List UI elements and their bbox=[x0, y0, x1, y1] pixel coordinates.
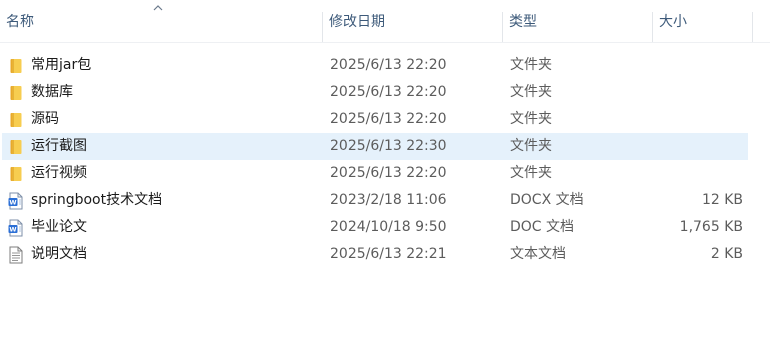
folder-icon bbox=[7, 106, 25, 133]
file-size: 2 KB bbox=[710, 246, 743, 262]
file-row[interactable]: 运行视频 2025/6/13 22:20 文件夹 bbox=[0, 160, 770, 187]
file-modified-date: 2023/2/18 11:06 bbox=[330, 192, 447, 208]
file-name[interactable]: springboot技术文档 bbox=[31, 187, 162, 214]
file-type: DOC 文档 bbox=[510, 219, 575, 235]
file-row[interactable]: 运行截图 2025/6/13 22:30 文件夹 bbox=[0, 133, 770, 160]
folder-icon bbox=[7, 133, 25, 160]
file-type: 文本文档 bbox=[510, 246, 566, 262]
file-row[interactable]: 说明文档 2025/6/13 22:21 文本文档 2 KB bbox=[0, 241, 770, 268]
file-type: 文件夹 bbox=[510, 84, 552, 100]
word-doc-icon: W bbox=[7, 214, 25, 241]
file-name[interactable]: 运行截图 bbox=[31, 133, 87, 160]
file-modified-date: 2025/6/13 22:20 bbox=[330, 111, 447, 127]
file-name[interactable]: 说明文档 bbox=[31, 241, 87, 268]
file-modified-date: 2024/10/18 9:50 bbox=[330, 219, 447, 235]
svg-text:W: W bbox=[9, 198, 16, 206]
column-header-type-label: 类型 bbox=[509, 14, 537, 30]
column-header-size[interactable]: 大小 bbox=[652, 0, 752, 42]
file-name[interactable]: 毕业论文 bbox=[31, 214, 87, 241]
file-modified-date: 2025/6/13 22:20 bbox=[330, 57, 447, 73]
file-type: 文件夹 bbox=[510, 165, 552, 181]
file-size: 1,765 KB bbox=[679, 219, 743, 235]
file-row[interactable]: 常用jar包 2025/6/13 22:20 文件夹 bbox=[0, 52, 770, 79]
file-name[interactable]: 源码 bbox=[31, 106, 59, 133]
file-row[interactable]: 源码 2025/6/13 22:20 文件夹 bbox=[0, 106, 770, 133]
file-modified-date: 2025/6/13 22:20 bbox=[330, 165, 447, 181]
column-header-name-label: 名称 bbox=[6, 14, 34, 30]
file-type: 文件夹 bbox=[510, 138, 552, 154]
svg-text:W: W bbox=[9, 225, 16, 233]
file-type: 文件夹 bbox=[510, 111, 552, 127]
folder-icon bbox=[7, 79, 25, 106]
column-header-type[interactable]: 类型 bbox=[502, 0, 652, 42]
file-name[interactable]: 常用jar包 bbox=[31, 52, 91, 79]
file-type: 文件夹 bbox=[510, 57, 552, 73]
file-size: 12 KB bbox=[701, 192, 743, 208]
folder-icon bbox=[7, 160, 25, 187]
folder-icon bbox=[7, 52, 25, 79]
file-list: 常用jar包 2025/6/13 22:20 文件夹 数据库 2025/6/13 22:… bbox=[0, 52, 770, 268]
column-header-date-label: 修改日期 bbox=[329, 14, 385, 30]
file-row[interactable]: 数据库 2025/6/13 22:20 文件夹 bbox=[0, 79, 770, 106]
file-name[interactable]: 运行视频 bbox=[31, 160, 87, 187]
column-header-bar: 名称 修改日期 类型 大小 bbox=[0, 0, 770, 43]
column-header-date[interactable]: 修改日期 bbox=[322, 0, 502, 42]
word-doc-icon: W bbox=[7, 187, 25, 214]
file-name[interactable]: 数据库 bbox=[31, 79, 73, 106]
column-divider[interactable] bbox=[752, 12, 753, 42]
file-row[interactable]: W 毕业论文 2024/10/18 9:50 DOC 文档 1,765 KB bbox=[0, 214, 770, 241]
file-modified-date: 2025/6/13 22:20 bbox=[330, 84, 447, 100]
file-modified-date: 2025/6/13 22:30 bbox=[330, 138, 447, 154]
file-modified-date: 2025/6/13 22:21 bbox=[330, 246, 447, 262]
file-explorer-list: 名称 修改日期 类型 大小 常用jar包 2025/6/13 22:20 文件夹 数据… bbox=[0, 0, 770, 340]
file-row[interactable]: Wspringboot技术文档 2023/2/18 11:06 DOCX 文档 12 … bbox=[0, 187, 770, 214]
text-doc-icon bbox=[7, 241, 25, 268]
file-type: DOCX 文档 bbox=[510, 192, 584, 208]
column-header-name[interactable]: 名称 bbox=[0, 0, 322, 42]
column-header-size-label: 大小 bbox=[659, 14, 687, 30]
